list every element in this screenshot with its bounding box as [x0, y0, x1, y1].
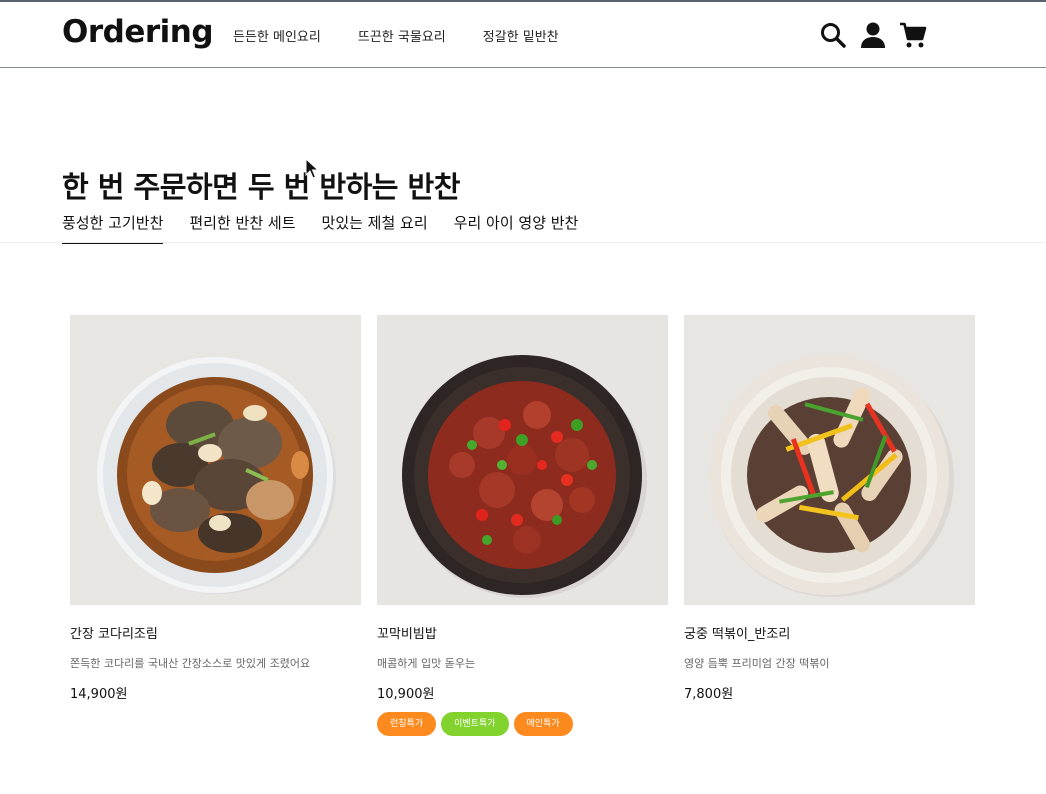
tabs-divider: [0, 242, 1046, 243]
tab-meat-side-dish[interactable]: 풍성한 고기반찬: [62, 212, 164, 244]
cart-icon[interactable]: [898, 20, 928, 50]
product-card[interactable]: 궁중 떡볶이_반조리 영양 듬뿍 프리미엄 간장 떡볶이 7,800원: [684, 315, 975, 736]
product-image[interactable]: [70, 315, 361, 605]
category-tabs: 풍성한 고기반찬 편리한 반찬 세트 맛있는 제철 요리 우리 아이 영양 반찬: [62, 212, 604, 244]
product-name[interactable]: 꼬막비빔밥: [377, 623, 668, 642]
nav-item-soup[interactable]: 뜨끈한 국물요리: [358, 26, 446, 45]
main-nav: 든든한 메인요리 뜨끈한 국물요리 정갈한 밑반찬: [233, 26, 596, 45]
product-image[interactable]: [684, 315, 975, 605]
header-icons: [818, 20, 938, 50]
nav-item-side-dish[interactable]: 정갈한 밑반찬: [483, 26, 559, 45]
product-card[interactable]: 간장 코다리조림 쫀득한 코다리를 국내산 간장소스로 맛있게 조렸어요 14,…: [70, 315, 361, 736]
logo[interactable]: Ordering: [62, 14, 214, 50]
page-title: 한 번 주문하면 두 번 반하는 반찬: [62, 170, 460, 204]
event-sale-badge: 이벤트특가: [441, 712, 509, 736]
tab-kids-nutrition[interactable]: 우리 아이 영양 반찬: [454, 212, 579, 244]
product-list: 간장 코다리조림 쫀득한 코다리를 국내산 간장소스로 맛있게 조렸어요 14,…: [70, 315, 991, 736]
product-description: 매콤하게 입맛 돋우는: [377, 657, 476, 670]
product-description: 영양 듬뿍 프리미엄 간장 떡볶이: [684, 657, 830, 670]
nav-item-main-dish[interactable]: 든든한 메인요리: [233, 26, 321, 45]
product-name[interactable]: 간장 코다리조림: [70, 623, 361, 642]
product-price: 10,900원: [377, 687, 435, 702]
product-description: 쫀득한 코다리를 국내산 간장소스로 맛있게 조렸어요: [70, 657, 311, 670]
main-sale-badge: 메인특가: [513, 712, 573, 736]
user-icon[interactable]: [858, 20, 888, 50]
product-card[interactable]: 꼬막비빔밥 매콤하게 입맛 돋우는 10,900원 런칭특가 이벤트특가 메인특…: [377, 315, 668, 736]
header: Ordering 든든한 메인요리 뜨끈한 국물요리 정갈한 밑반찬: [0, 2, 1046, 68]
badge-list: 런칭특가 이벤트특가 메인특가: [377, 712, 668, 736]
tab-seasonal-dish[interactable]: 맛있는 제철 요리: [322, 212, 428, 244]
product-image[interactable]: [377, 315, 668, 605]
product-price: 14,900원: [70, 687, 128, 702]
mouse-pointer-icon: [305, 157, 320, 180]
product-price: 7,800원: [684, 687, 734, 702]
search-icon[interactable]: [818, 20, 848, 50]
launch-sale-badge: 런칭특가: [377, 712, 437, 736]
product-name[interactable]: 궁중 떡볶이_반조리: [684, 623, 975, 642]
tab-side-dish-set[interactable]: 편리한 반찬 세트: [189, 212, 295, 244]
